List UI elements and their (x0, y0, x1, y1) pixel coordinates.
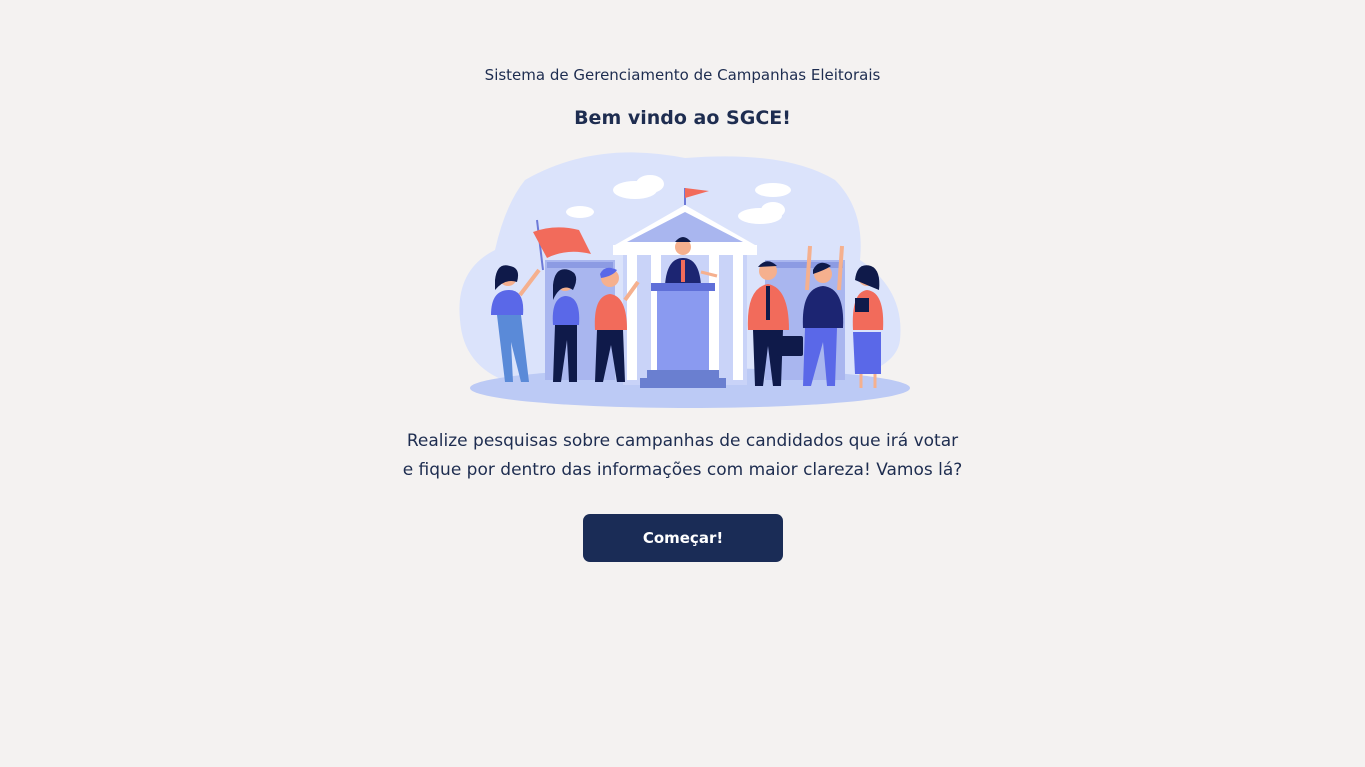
intro-description: Realize pesquisas sobre campanhas de can… (0, 427, 1365, 485)
system-title: Sistema de Gerenciamento de Campanhas El… (484, 66, 881, 84)
election-campaign-illustration (459, 152, 910, 408)
start-button[interactable]: Começar! (583, 514, 783, 562)
intro-line-1: Realize pesquisas sobre campanhas de can… (406, 431, 959, 451)
welcome-page: Sistema de Gerenciamento de Campanhas El… (0, 0, 1365, 767)
welcome-title: Bem vindo ao SGCE! (574, 107, 791, 129)
intro-line-2: e fique por dentro das informações com m… (402, 460, 963, 480)
